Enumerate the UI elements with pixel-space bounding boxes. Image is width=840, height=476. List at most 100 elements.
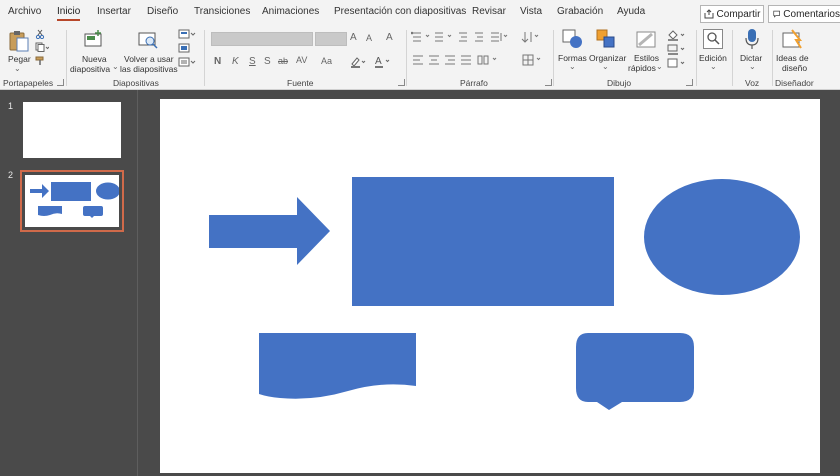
quick-styles-icon[interactable] (636, 29, 658, 52)
wave-document-shape[interactable] (259, 333, 416, 399)
paragraph-top-row-icons[interactable] (410, 30, 549, 47)
tab-diseno[interactable]: Diseño (147, 6, 178, 17)
arrow-shape[interactable] (209, 197, 330, 265)
shapes-dropdown-icon[interactable]: ⌄ (569, 62, 576, 71)
slide-number: 1 (8, 101, 14, 111)
paragraph-bottom-row-icons[interactable] (411, 53, 549, 70)
thumb-arrow-shape (30, 184, 49, 198)
group-separator (772, 30, 773, 86)
new-slide-label-1[interactable]: Nueva (82, 54, 107, 64)
tab-ayuda[interactable]: Ayuda (617, 6, 645, 17)
quick-styles-label-2[interactable]: rápidos (628, 63, 656, 73)
share-icon (704, 9, 714, 19)
paste-button[interactable]: Pegar (8, 54, 31, 64)
tab-insertar[interactable]: Insertar (97, 6, 131, 17)
font-size-select[interactable] (315, 32, 347, 46)
parrafo-launcher-icon[interactable] (545, 79, 552, 86)
new-slide-icon[interactable] (83, 30, 103, 51)
group-separator (406, 30, 407, 86)
slide-number: 2 (8, 170, 14, 180)
comments-label: Comentarios (783, 8, 840, 20)
tab-revisar[interactable]: Revisar (472, 6, 506, 17)
share-button[interactable]: Compartir (700, 5, 764, 23)
group-fuente-label: Fuente (287, 78, 314, 88)
new-slide-dropdown-icon[interactable]: ⌄ (112, 62, 119, 71)
slide-canvas[interactable] (160, 99, 820, 473)
section-icon[interactable] (178, 57, 196, 70)
cut-icon[interactable] (35, 29, 45, 42)
shape-outline-icon[interactable] (666, 43, 688, 58)
portapapeles-launcher-icon[interactable] (57, 79, 64, 86)
thumb-rectangle-shape (51, 182, 91, 201)
editing-icon[interactable] (703, 29, 723, 52)
tab-transiciones[interactable]: Transiciones (194, 6, 250, 17)
shape-effects-icon[interactable] (666, 57, 688, 72)
comment-icon (773, 10, 780, 18)
design-ideas-label-2[interactable]: diseño (782, 63, 807, 73)
bold-button[interactable]: N (214, 56, 221, 67)
reuse-slides-label-1[interactable]: Volver a usar (124, 54, 174, 64)
ribbon-tab-bar: Archivo Inicio Insertar Diseño Transicio… (0, 0, 840, 26)
strikethrough-button[interactable]: ab (278, 56, 288, 66)
fuente-launcher-icon[interactable] (398, 79, 405, 86)
group-portapapeles-label: Portapapeles (3, 78, 54, 88)
dictate-dropdown-icon[interactable]: ⌄ (749, 62, 756, 71)
thumb-callout-shape (83, 206, 103, 218)
rectangle-shape[interactable] (352, 177, 614, 306)
group-dibujo-label: Dibujo (607, 78, 632, 88)
group-separator (732, 30, 733, 86)
change-case-button[interactable]: Aa (321, 56, 332, 66)
group-separator (204, 30, 205, 86)
design-ideas-icon[interactable] (782, 28, 804, 53)
thumb-wave-shape (38, 206, 62, 216)
dibujo-launcher-icon[interactable] (686, 79, 693, 86)
tab-animaciones[interactable]: Animaciones (262, 6, 319, 17)
font-grow-icon[interactable]: A (350, 32, 357, 43)
editing-dropdown-icon[interactable]: ⌄ (710, 62, 717, 71)
clear-format-icon[interactable]: A (386, 32, 393, 43)
tab-inicio[interactable]: Inicio (57, 6, 81, 21)
svg-text:A: A (375, 56, 382, 67)
tab-vista[interactable]: Vista (520, 6, 542, 17)
font-shrink-icon[interactable]: A (366, 33, 372, 43)
shadow-button[interactable]: S (264, 56, 271, 67)
char-spacing-button[interactable]: AV (296, 55, 307, 65)
group-separator (696, 30, 697, 86)
font-color-icon[interactable]: A (374, 55, 390, 71)
group-separator (553, 30, 554, 86)
paste-icon[interactable] (9, 30, 29, 55)
italic-button[interactable]: K (232, 56, 239, 67)
reuse-slides-label-2[interactable]: las diapositivas (120, 64, 178, 74)
layout-icon[interactable] (178, 29, 196, 42)
tab-archivo[interactable]: Archivo (8, 6, 41, 17)
paste-dropdown-icon[interactable]: ⌄ (14, 64, 21, 73)
arrange-dropdown-icon[interactable]: ⌄ (602, 62, 609, 71)
reset-slide-icon[interactable] (178, 43, 190, 56)
highlight-icon[interactable] (350, 56, 366, 71)
slide-thumbnail-2-selection[interactable] (20, 170, 124, 232)
quick-styles-dropdown-icon[interactable]: ⌄ (656, 62, 663, 71)
new-slide-label-2[interactable]: diapositiva (70, 64, 110, 74)
microphone-icon[interactable] (744, 28, 760, 53)
underline-button[interactable]: S (249, 56, 256, 67)
tab-grabacion[interactable]: Grabación (557, 6, 603, 17)
slide-thumbnail-2[interactable] (25, 175, 120, 227)
shape-fill-icon[interactable] (666, 29, 688, 44)
copy-icon[interactable] (35, 42, 50, 55)
comments-button[interactable]: Comentarios (768, 5, 840, 23)
group-disenador-label: Diseñador (775, 78, 814, 88)
pane-divider[interactable] (137, 90, 138, 476)
reuse-slides-icon[interactable] (138, 31, 160, 52)
design-ideas-label-1[interactable]: Ideas de (776, 53, 809, 63)
font-family-select[interactable] (211, 32, 313, 46)
group-separator (66, 30, 67, 86)
share-label: Compartir (716, 8, 761, 20)
group-diapositivas-label: Diapositivas (113, 78, 159, 88)
arrange-icon[interactable] (596, 29, 618, 52)
format-painter-icon[interactable] (35, 56, 45, 69)
shapes-icon[interactable] (562, 29, 584, 52)
slide-thumbnail-1[interactable] (23, 102, 121, 158)
tab-presentacion[interactable]: Presentación con diapositivas (334, 6, 466, 17)
speech-callout-shape[interactable] (576, 333, 694, 410)
ellipse-shape[interactable] (644, 179, 800, 295)
